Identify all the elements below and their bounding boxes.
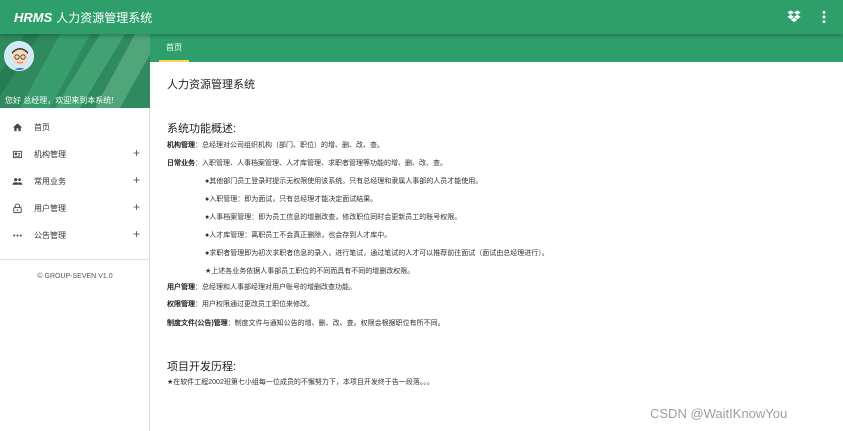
top-app-bar: HRMS 人力资源管理系统	[0, 0, 843, 34]
daily-bullet: ★上述各业务依据人事部员工职位的不同而具有不同的增删改权限。	[205, 268, 415, 275]
csdn-watermark: CSDN @WaitIKnowYou	[650, 406, 788, 421]
sidebar-item-announcement-management[interactable]: 公告管理 +	[0, 222, 149, 249]
sidebar: 您好 总经理，欢迎来到本系统! 首页 机构管理 + 常用业务 + 用户管理 + …	[0, 34, 150, 431]
expand-plus-icon[interactable]: +	[133, 147, 140, 159]
sidebar-item-user-management[interactable]: 用户管理 +	[0, 195, 149, 222]
daily-bullet: ●求职者管理即为初次求职者信息的录入，进行笔试，通过笔试的人才可以推荐前往面试（…	[205, 250, 549, 257]
sidebar-footer: © GROUP-SEVEN V1.0	[37, 273, 113, 280]
sidebar-menu: 首页 机构管理 + 常用业务 + 用户管理 + 公告管理 +	[0, 114, 149, 249]
system-name: 人力资源管理系统	[56, 11, 153, 25]
org-management-label: 机构管理	[167, 142, 195, 149]
home-icon	[12, 122, 23, 133]
id-card-icon	[12, 149, 23, 160]
sidebar-item-label: 用户管理	[34, 204, 66, 213]
sidebar-item-label: 首页	[34, 123, 50, 132]
org-management-text: 总经理对公司组织机构（部门、职位）的增、删、改、查。	[202, 142, 384, 149]
people-icon	[12, 176, 23, 187]
policy-management-text: 制度文件与通知公告的增、删、改、查。权限会根据职位有所不同。	[234, 320, 445, 327]
daily-bullet: ●其他部门员工登录时提示无权限使用该系统。只有总经理和隶属人事部的人员才能使用。	[205, 178, 483, 185]
sidebar-item-label: 常用业务	[34, 177, 66, 186]
sidebar-divider	[0, 259, 150, 260]
org-management-line: 机构管理：总经理对公司组织机构（部门、职位）的增、删、改、查。	[167, 142, 384, 149]
tab-home[interactable]: 首页	[159, 34, 189, 62]
brand-logo-text: HRMS	[14, 10, 53, 25]
expand-plus-icon[interactable]: +	[133, 201, 140, 213]
policy-management-line: 制度文件(公告)管理：制度文件与通知公告的增、删、改、查。权限会根据职位有所不同…	[167, 320, 445, 327]
history-title: 项目开发历程:	[167, 361, 237, 373]
user-greeting: 您好 总经理，欢迎来到本系统!	[5, 96, 114, 105]
sidebar-item-label: 机构管理	[34, 150, 66, 159]
user-management-line: 用户管理：总经理和人事部经理对用户账号的增删改查功能。	[167, 284, 356, 291]
daily-business-label: 日常业务	[167, 160, 195, 167]
sidebar-item-org-management[interactable]: 机构管理 +	[0, 141, 149, 168]
sidebar-item-home[interactable]: 首页	[0, 114, 149, 141]
app-brand[interactable]: HRMS 人力资源管理系统	[14, 9, 152, 26]
lock-icon	[12, 203, 23, 214]
user-management-text: 总经理和人事部经理对用户账号的增删改查功能。	[202, 284, 356, 291]
daily-bullet: ●人才库管理：离职员工不会真正删除，也会存到人才库中。	[205, 232, 392, 239]
permission-management-text: 用户权限通过更改员工职位来修改。	[202, 301, 314, 308]
expand-plus-icon[interactable]: +	[133, 174, 140, 186]
tab-bar: 首页	[150, 34, 843, 62]
daily-bullet: ●人事档案管理：即为员工信息的增删改查，修改职位同时会更新员工的账号权限。	[205, 214, 462, 221]
daily-business-text: 入职管理、人事档案管理、人才库管理、求职者管理等功能的增、删、改、查。	[202, 160, 447, 167]
main-content: 人力资源管理系统 系统功能概述: 机构管理：总经理对公司组织机构（部门、职位）的…	[150, 62, 843, 431]
more-vertical-icon[interactable]	[816, 9, 832, 25]
user-management-label: 用户管理	[167, 284, 195, 291]
daily-business-line: 日常业务：入职管理、人事档案管理、人才库管理、求职者管理等功能的增、删、改、查。	[167, 160, 447, 167]
permission-management-label: 权限管理	[167, 301, 195, 308]
more-horizontal-icon	[12, 230, 23, 241]
overview-title: 系统功能概述:	[167, 123, 237, 135]
sidebar-item-common-business[interactable]: 常用业务 +	[0, 168, 149, 195]
policy-management-label: 制度文件(公告)管理	[167, 320, 228, 327]
avatar[interactable]	[4, 41, 34, 71]
permission-management-line: 权限管理：用户权限通过更改员工职位来修改。	[167, 301, 314, 308]
dropbox-icon[interactable]	[786, 9, 802, 25]
sidebar-item-label: 公告管理	[34, 231, 66, 240]
history-text: ★在软件工程2002班第七小组每一位成员的不懈努力下，本项目开发终于告一段落。。…	[167, 379, 434, 386]
daily-bullet: ●入职管理：即为面试，只有总经理才能决定面试结果。	[205, 196, 378, 203]
sidebar-header: 您好 总经理，欢迎来到本系统!	[0, 34, 150, 108]
expand-plus-icon[interactable]: +	[133, 228, 140, 240]
page-title: 人力资源管理系统	[167, 79, 255, 91]
